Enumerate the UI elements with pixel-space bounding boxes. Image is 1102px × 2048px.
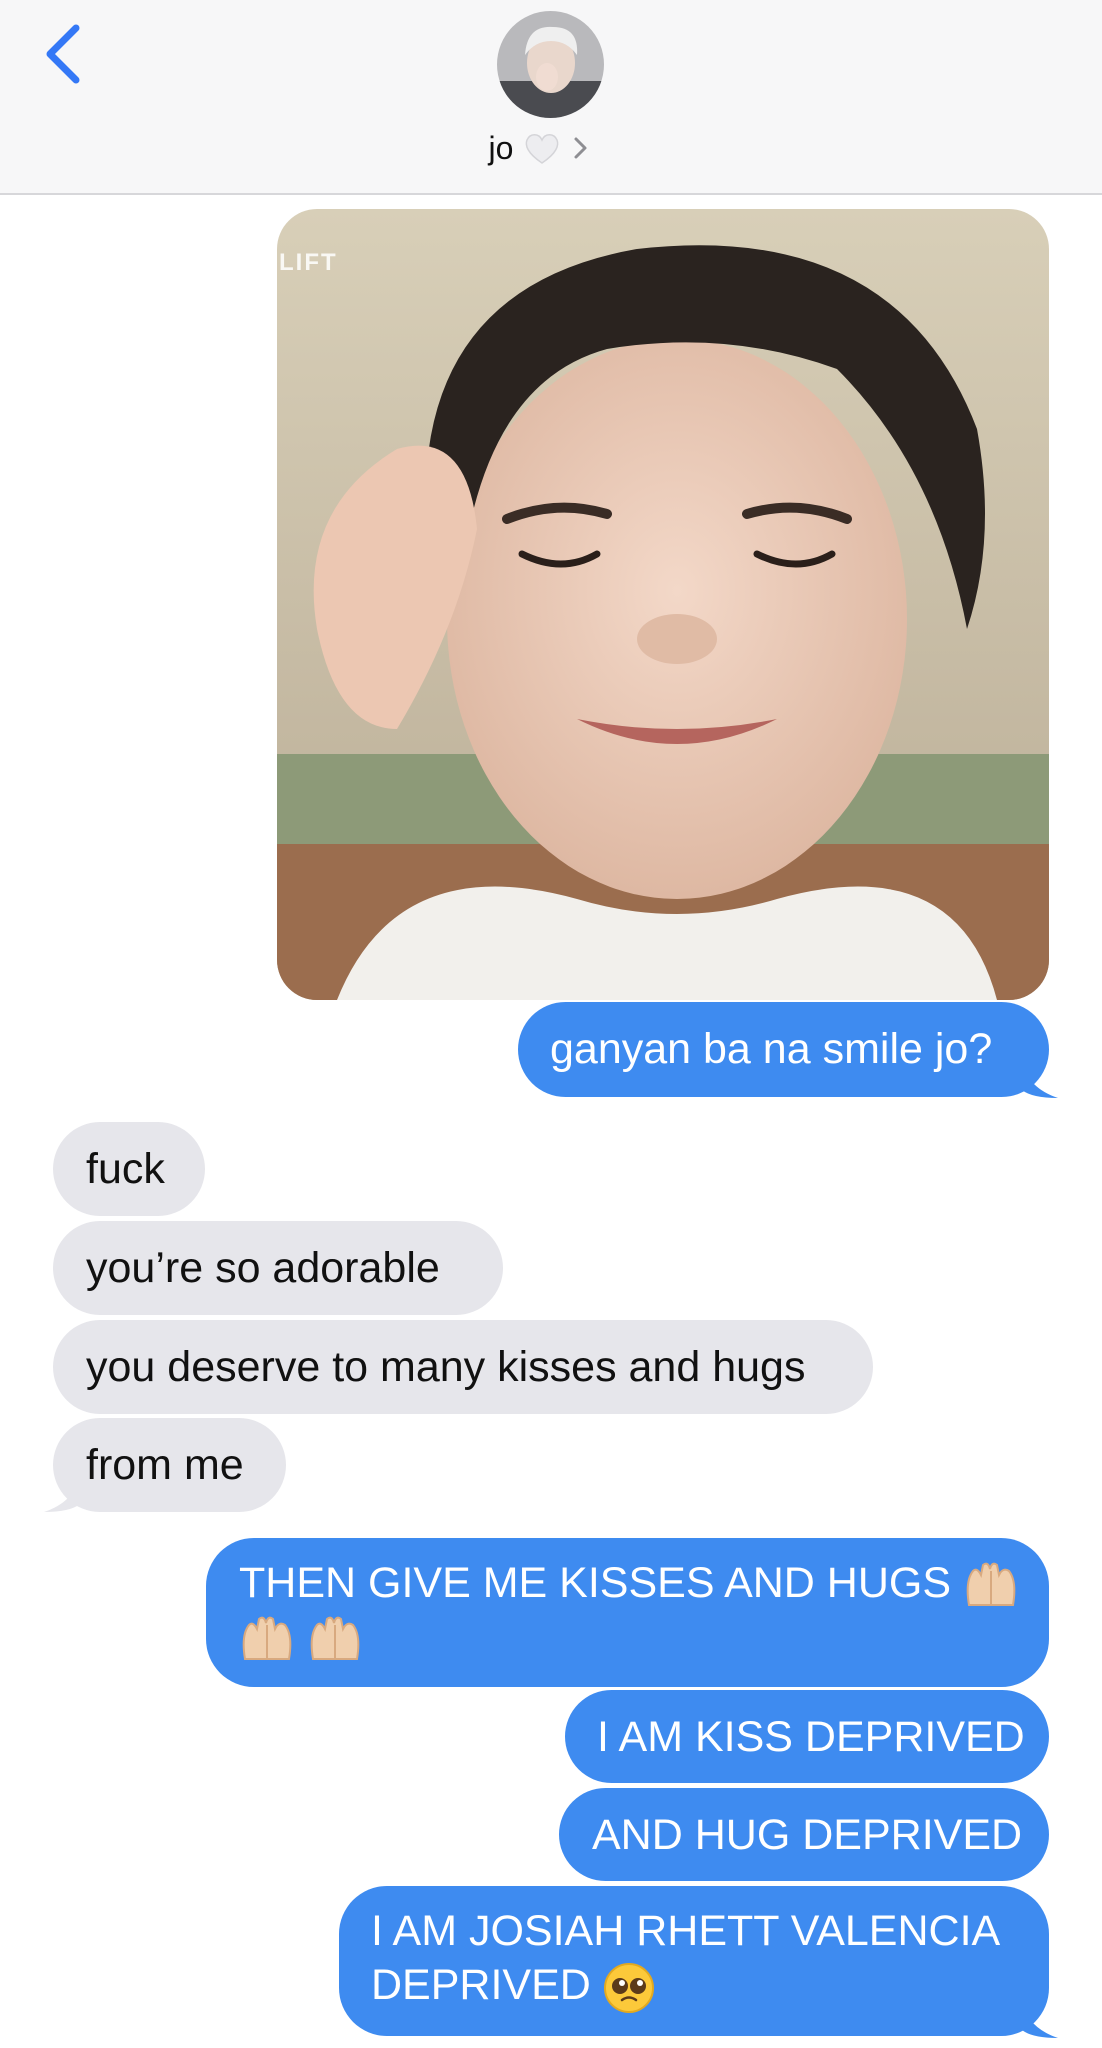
chevron-right-icon <box>574 137 587 159</box>
message-bubble-sent[interactable]: I AM KISS DEPRIVED <box>565 1690 1049 1783</box>
bubble-tail-sent <box>1022 1062 1058 1098</box>
raising-hands-emoji <box>242 1616 292 1661</box>
contact-name: jo <box>488 129 514 166</box>
raising-hands-emoji <box>966 1562 1016 1606</box>
photo-image <box>277 209 1049 1000</box>
message-text: DEPRIVED <box>371 1961 591 2009</box>
message-bubble-received[interactable]: from me <box>53 1418 286 1512</box>
back-button[interactable] <box>36 20 96 90</box>
pleading-face-emoji <box>603 1962 654 2013</box>
message-bubble-received[interactable]: fuck <box>53 1122 205 1216</box>
message-text: from me <box>86 1441 244 1489</box>
message-bubble-sent[interactable]: THEN GIVE ME KISSES AND HUGS <box>206 1538 1049 1687</box>
white-heart-icon <box>526 134 559 164</box>
contact-details-link[interactable]: jo <box>0 120 1102 176</box>
bubble-tail-sent <box>1022 2002 1058 2038</box>
bubble-tail-received <box>44 1476 80 1512</box>
photo-message[interactable]: LIFT <box>277 209 1049 1000</box>
message-bubble-sent[interactable]: ganyan ba na smile jo? <box>518 1002 1049 1097</box>
conversation-header: jo <box>0 0 1102 195</box>
message-text: ganyan ba na smile jo? <box>550 1025 993 1073</box>
message-bubble-received[interactable]: you’re so adorable <box>53 1221 503 1315</box>
message-text: AND HUG DEPRIVED <box>592 1811 1023 1859</box>
message-text: I AM JOSIAH RHETT VALENCIA <box>371 1907 1001 1955</box>
contact-avatar[interactable] <box>497 11 604 118</box>
message-text: you’re so adorable <box>86 1244 440 1292</box>
photo-watermark: LIFT <box>279 249 338 276</box>
message-bubble-sent[interactable]: AND HUG DEPRIVED <box>559 1788 1049 1881</box>
message-bubble-received[interactable]: you deserve to many kisses and hugs <box>53 1320 873 1414</box>
message-text: I AM KISS DEPRIVED <box>597 1713 1025 1761</box>
chevron-left-icon <box>46 24 80 84</box>
message-text: fuck <box>86 1145 165 1193</box>
message-text: you deserve to many kisses and hugs <box>86 1343 806 1391</box>
message-bubble-sent[interactable]: I AM JOSIAH RHETT VALENCIA DEPRIVED <box>339 1886 1049 2036</box>
message-text: THEN GIVE ME KISSES AND HUGS <box>239 1559 952 1607</box>
raising-hands-emoji <box>310 1616 360 1661</box>
